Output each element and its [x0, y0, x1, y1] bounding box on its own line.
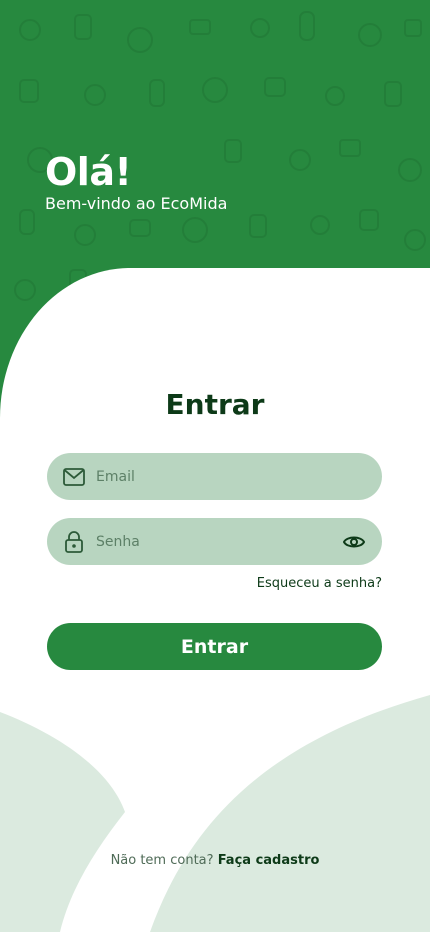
welcome-subtitle: Bem-vindo ao EcoMida — [45, 194, 227, 213]
eye-icon[interactable] — [334, 518, 374, 565]
email-field[interactable] — [47, 453, 382, 500]
signup-link[interactable]: Faça cadastro — [218, 853, 320, 868]
email-input[interactable] — [96, 453, 382, 500]
signup-prompt: Não tem conta? Faça cadastro — [0, 853, 430, 868]
brand-name: EcoMida — [160, 194, 228, 213]
greeting-title: Olá! — [45, 150, 132, 194]
lock-icon — [52, 518, 96, 565]
forgot-password-link[interactable]: Esqueceu a senha? — [257, 576, 382, 591]
mail-icon — [52, 453, 96, 500]
password-input[interactable] — [96, 518, 334, 565]
login-submit-button[interactable]: Entrar — [47, 623, 382, 670]
welcome-prefix: Bem-vindo ao — [45, 194, 161, 213]
no-account-text: Não tem conta? — [110, 853, 214, 868]
password-field[interactable] — [47, 518, 382, 565]
login-title: Entrar — [165, 388, 265, 421]
login-card — [0, 268, 430, 932]
